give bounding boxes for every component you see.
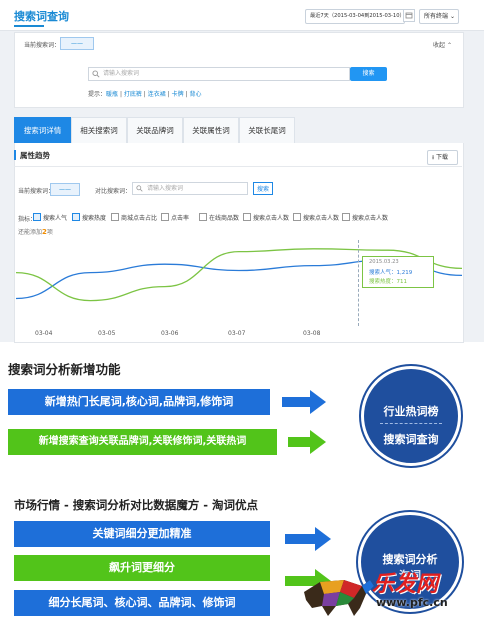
title-underline <box>14 25 44 27</box>
hint-link[interactable]: 连衣裙 <box>148 91 166 98</box>
metric-label: 搜索人气 <box>43 215 68 222</box>
metric-label: 商城点击占比 <box>121 215 158 222</box>
selected-note-suffix: 项 <box>46 229 53 236</box>
compare-input[interactable]: 请输入搜索词 <box>132 182 248 195</box>
checkbox[interactable] <box>243 213 251 221</box>
hint-link[interactable]: 卡牌 <box>172 91 184 98</box>
feature-circle: 行业热词榜 搜索词查询 <box>361 366 461 466</box>
selected-note-prefix: 还能添加 <box>18 229 43 236</box>
arrow-right-icon <box>288 437 312 447</box>
tab-bar: 搜索词详情 相关搜索词 关联品牌词 关联属性词 关联长尾词 <box>14 117 462 143</box>
metric-label: 搜索点击人数 <box>303 215 340 222</box>
circle-line-2: 搜索词查询 <box>383 433 439 446</box>
tooltip-popularity: 搜索人气：1,219 <box>369 270 413 276</box>
search-icon <box>92 70 100 80</box>
feature-bar: 飙升词更细分 <box>14 555 270 581</box>
metric-checkbox[interactable]: 点击率 <box>161 213 189 222</box>
hint-link[interactable]: 暖瓶 <box>106 91 118 98</box>
download-icon: ⭳ <box>432 154 435 161</box>
tab-related-longtail[interactable]: 关联长尾词 <box>239 117 295 143</box>
compare-current-label: 当前搜索词： <box>18 188 55 195</box>
watermark-url: www.pfc.cn <box>376 596 448 609</box>
feature-bar: 新增搜索查询关联品牌词,关联修饰词,关联热词 <box>8 429 277 455</box>
watermark-logo-text: 乐发网 <box>372 572 439 597</box>
checkbox[interactable] <box>293 213 301 221</box>
arrow-right-icon <box>315 527 331 551</box>
selected-note: 还能添加2项 <box>18 227 53 236</box>
arrow-right-icon <box>282 397 312 407</box>
metric-checkbox[interactable]: 搜索人气 <box>33 213 67 222</box>
metric-checkbox[interactable]: 商城点击占比 <box>111 213 157 222</box>
hover-crosshair <box>358 240 360 326</box>
feature-bar: 关键词细分更加精准 <box>14 521 270 547</box>
tab-related-keywords[interactable]: 相关搜索词 <box>71 117 127 143</box>
circle-line-1: 搜索词分析 <box>382 553 438 566</box>
calendar-icon[interactable] <box>403 9 415 22</box>
metric-checkbox[interactable]: 搜索点击人数 <box>243 213 289 222</box>
checkbox[interactable] <box>342 213 350 221</box>
compare-current-chip: —— <box>50 183 80 196</box>
search-input[interactable]: 请输入搜索词 <box>88 67 350 81</box>
x-tick-label: 03-05 <box>98 330 116 337</box>
chevron-down-icon: ⌄ <box>449 13 455 20</box>
circle-divider <box>380 423 442 424</box>
chevron-up-icon: ⌃ <box>446 42 452 49</box>
checkbox-checked[interactable] <box>33 213 41 221</box>
device-select[interactable]: 所有终端 ⌄ <box>419 9 459 24</box>
metric-checkbox[interactable]: 在线商品数 <box>199 213 239 222</box>
device-select-label: 所有终端 <box>424 13 449 20</box>
current-keyword-chip: —— <box>60 37 94 50</box>
checkbox-checked[interactable] <box>72 213 80 221</box>
download-button[interactable]: ⭳ 下载 <box>427 150 458 165</box>
compare-label: 对比搜索词： <box>95 188 132 195</box>
banner-heading-1: 搜索词分析新增功能 <box>8 362 121 377</box>
tooltip-heat: 搜索热度：711 <box>369 279 407 285</box>
checkbox[interactable] <box>161 213 169 221</box>
hint-link[interactable]: 打底裤 <box>124 91 142 98</box>
metric-checkbox[interactable]: 搜索点击人数 <box>293 213 339 222</box>
feature-bar: 新增热门长尾词,核心词,品牌词,修饰词 <box>8 389 270 415</box>
metric-label: 搜索点击人数 <box>352 215 389 222</box>
x-tick-label: 03-07 <box>228 330 246 337</box>
date-range-selector[interactable]: 最近7天（2015-03-04到2015-03-10） <box>305 9 405 24</box>
x-tick-label: 03-08 <box>303 330 321 337</box>
trend-title: 属性趋势 <box>20 151 50 160</box>
x-tick-label: 03-04 <box>35 330 53 337</box>
tab-related-attributes[interactable]: 关联属性词 <box>183 117 239 143</box>
arrow-right-icon <box>310 390 326 414</box>
checkbox[interactable] <box>199 213 207 221</box>
trend-title-marker <box>14 150 16 160</box>
tab-related-brands[interactable]: 关联品牌词 <box>127 117 183 143</box>
divider <box>14 166 462 167</box>
metric-label: 点击率 <box>171 215 190 222</box>
page-title: 搜索词查询 <box>14 10 69 23</box>
app-panel: 搜索词查询 最近7天（2015-03-04到2015-03-10） 所有终端 ⌄… <box>0 0 484 343</box>
banner-heading-2: 市场行情 - 搜索词分析对比数据魔方 - 淘词优点 <box>14 498 259 512</box>
x-tick-label: 03-06 <box>161 330 179 337</box>
search-icon <box>136 185 143 194</box>
metric-label: 在线商品数 <box>209 215 240 222</box>
tab-keyword-details[interactable]: 搜索词详情 <box>14 117 71 143</box>
metric-checkbox[interactable]: 搜索热度 <box>72 213 106 222</box>
hint-row: 提示：暖瓶 | 打底裤 | 连衣裙 | 卡牌 | 背心 <box>88 91 202 98</box>
hint-link[interactable]: 背心 <box>189 91 201 98</box>
chart-tooltip: 2015.03.23 搜索人气：1,219 搜索热度：711 <box>362 256 434 288</box>
current-keyword-label: 当前搜索词： <box>24 42 61 49</box>
arrow-right-icon <box>285 534 317 544</box>
bull-logo-icon <box>304 580 374 616</box>
collapse-label: 收起 <box>433 42 446 49</box>
metric-label: 搜索热度 <box>82 215 107 222</box>
circle-line-1: 行业热词榜 <box>383 405 439 418</box>
feature-bar: 细分长尾词、核心词、品牌词、修饰词 <box>14 590 270 616</box>
download-label: 下载 <box>436 154 449 161</box>
search-button[interactable]: 搜索 <box>350 67 387 81</box>
hint-prefix: 提示： <box>88 91 107 98</box>
arrow-right-icon <box>310 430 326 454</box>
metric-checkbox[interactable]: 搜索点击人数 <box>342 213 388 222</box>
checkbox[interactable] <box>111 213 119 221</box>
tooltip-date: 2015.03.23 <box>369 259 399 265</box>
compare-search-button[interactable]: 搜索 <box>253 182 273 195</box>
collapse-toggle[interactable]: 收起 ⌃ <box>433 40 452 49</box>
metric-label: 搜索点击人数 <box>253 215 290 222</box>
